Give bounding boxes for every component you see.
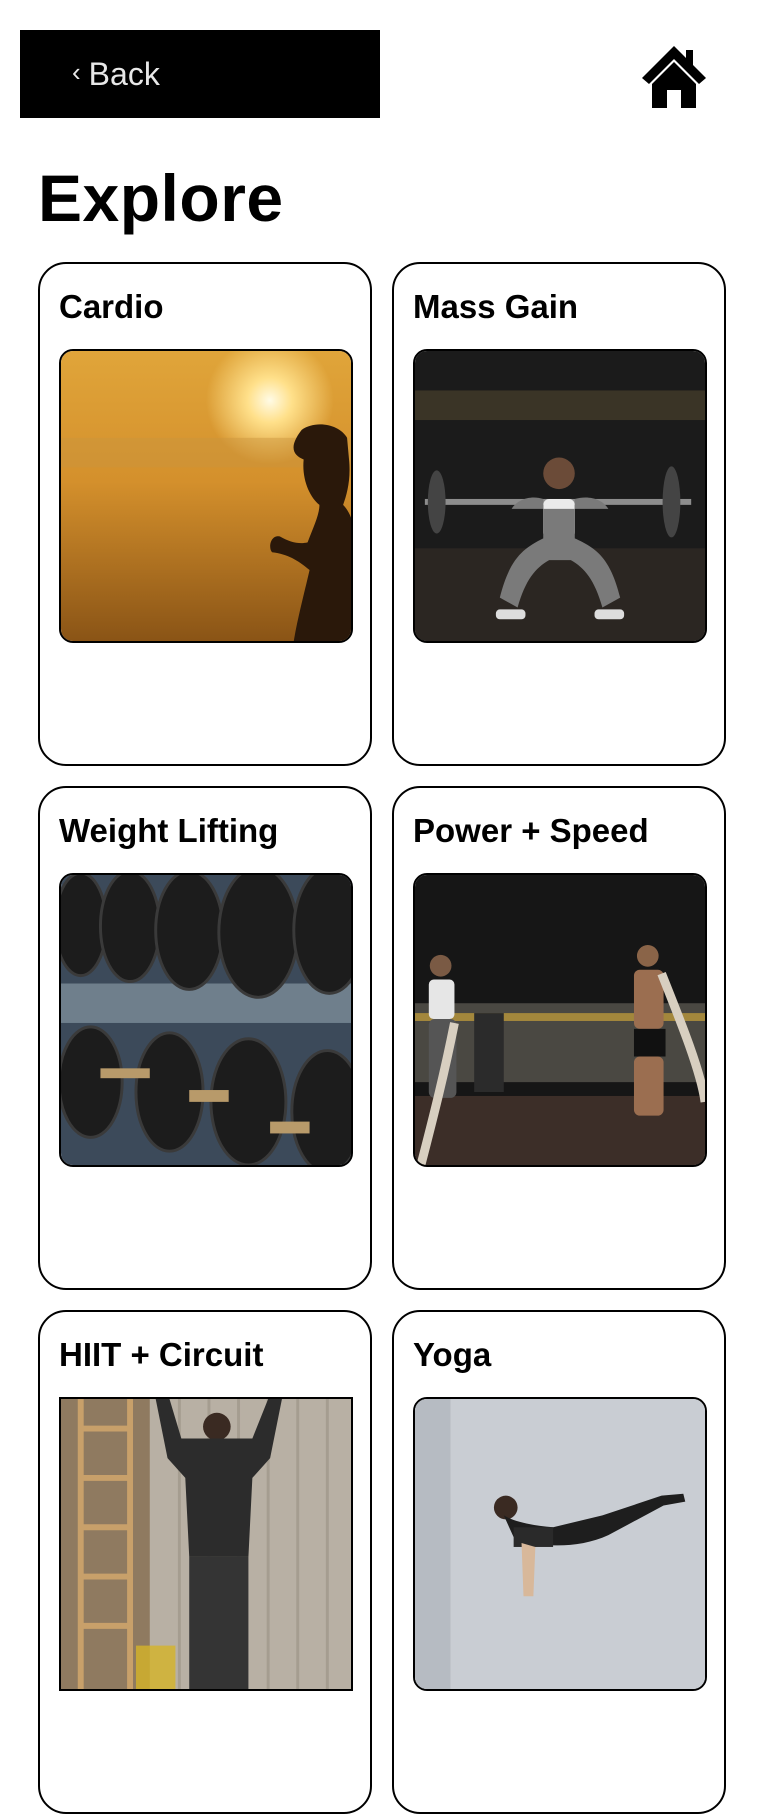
chevron-left-icon: ‹ bbox=[72, 56, 81, 87]
back-button[interactable]: ‹ Back bbox=[20, 30, 380, 118]
weight-lifting-image bbox=[59, 873, 353, 1167]
category-card-hiit-circuit[interactable]: HIIT + Circuit bbox=[38, 1310, 372, 1814]
power-speed-image bbox=[413, 873, 707, 1167]
category-card-power-speed[interactable]: Power + Speed bbox=[392, 786, 726, 1290]
category-card-cardio[interactable]: Cardio bbox=[38, 262, 372, 766]
back-label: Back bbox=[88, 55, 160, 92]
top-bar: ‹ Back bbox=[0, 0, 760, 130]
card-title: Cardio bbox=[59, 288, 164, 325]
home-icon[interactable] bbox=[640, 44, 708, 110]
category-card-weight-lifting[interactable]: Weight Lifting bbox=[38, 786, 372, 1290]
page-title: Explore bbox=[38, 161, 284, 235]
card-title: Power + Speed bbox=[413, 812, 649, 849]
mass-gain-image bbox=[413, 349, 707, 643]
cardio-image bbox=[59, 349, 353, 643]
category-card-yoga[interactable]: Yoga bbox=[392, 1310, 726, 1814]
yoga-image bbox=[413, 1397, 707, 1691]
card-title: Weight Lifting bbox=[59, 812, 279, 849]
card-title: HIIT + Circuit bbox=[59, 1336, 264, 1373]
hiit-circuit-image bbox=[59, 1397, 353, 1691]
category-card-mass-gain[interactable]: Mass Gain bbox=[392, 262, 726, 766]
card-title: Yoga bbox=[413, 1336, 492, 1373]
card-title: Mass Gain bbox=[413, 288, 579, 325]
